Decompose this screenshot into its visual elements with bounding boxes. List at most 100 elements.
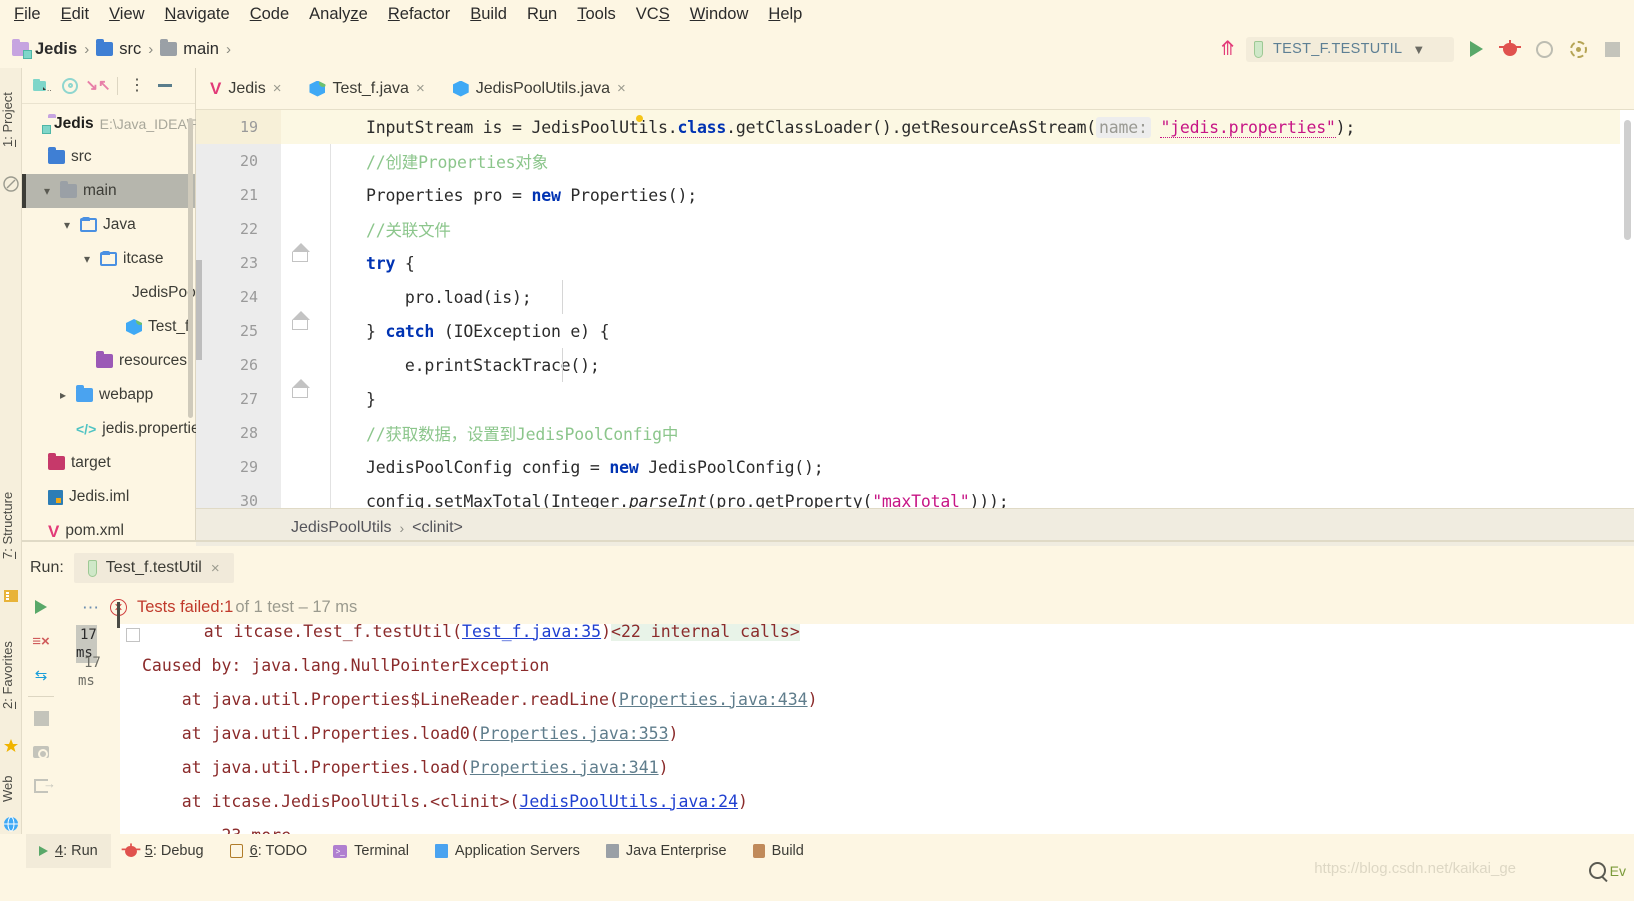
menu-item-navigate[interactable]: Navigate: [155, 3, 240, 25]
tree-node-jedis-iml[interactable]: Jedis.iml: [22, 480, 195, 514]
toggle-autotest-button[interactable]: ≡×: [22, 624, 60, 658]
tree-node-pom-xml[interactable]: V pom.xml: [22, 514, 195, 548]
breadcrumb-class[interactable]: JedisPoolUtils: [291, 519, 391, 537]
editor-tab-label-test-f: Test_f.java: [332, 79, 409, 97]
sort-button[interactable]: ⇆: [22, 658, 60, 692]
evo-widget[interactable]: Ev: [1588, 862, 1626, 879]
tree-label-main: main: [83, 182, 117, 199]
web-globe-icon[interactable]: [3, 816, 19, 832]
sidebar-item-project[interactable]: 1: Project: [0, 74, 22, 166]
console-link[interactable]: JedisPoolUtils.java:24: [520, 792, 739, 811]
tool-window-java-enterprise[interactable]: Java Enterprise: [593, 834, 740, 868]
sidebar-item-web[interactable]: Web: [0, 766, 22, 812]
editor-tab-jedispoolutils[interactable]: JedisPoolUtils.java ×: [439, 68, 640, 110]
menu-item-analyze[interactable]: Analyze: [299, 3, 378, 25]
coverage-button[interactable]: [1532, 37, 1556, 61]
tree-node-target[interactable]: target: [22, 446, 195, 480]
console-link[interactable]: Properties.java:353: [480, 724, 669, 743]
menu-item-view[interactable]: View: [99, 3, 154, 25]
menu-item-run[interactable]: Run: [517, 3, 567, 25]
close-icon[interactable]: ×: [211, 560, 220, 577]
twisty-webapp[interactable]: ▸: [56, 388, 70, 402]
editor-line-21: 21 Properties pro = new Properties();: [196, 178, 1634, 212]
console-output[interactable]: at itcase.Test_f.testUtil(Test_f.java:35…: [120, 624, 1634, 834]
tree-node-webapp[interactable]: ▸ webapp: [22, 378, 195, 412]
sidebar-item-structure[interactable]: 7: Structure: [0, 470, 22, 580]
tool-window-application-servers[interactable]: Application Servers: [422, 834, 593, 868]
tool-window-build[interactable]: Build: [740, 834, 817, 868]
stop-button[interactable]: [1600, 37, 1624, 61]
editor-line-25: 25 } catch (IOException e) {: [196, 314, 1634, 348]
horizontal-splitter[interactable]: [22, 540, 1634, 542]
intention-bulb-icon[interactable]: [633, 112, 646, 125]
structure-list-icon[interactable]: [3, 588, 19, 604]
menu-item-refactor[interactable]: Refactor: [378, 3, 460, 25]
test-status-line: ⋯ ✕ Tests failed: 1 of 1 test – 17 ms: [60, 590, 1634, 624]
menu-item-file[interactable]: File: [4, 3, 51, 25]
debug-button[interactable]: [1498, 37, 1522, 61]
console-line-6: at itcase.JedisPoolUtils.<clinit>(JedisP…: [142, 791, 748, 811]
minus-icon[interactable]: [153, 75, 177, 97]
project-scrollbar[interactable]: [188, 118, 193, 418]
code-editor[interactable]: 19 InputStream is = JedisPoolUtils.class…: [196, 110, 1634, 508]
menu-item-tools[interactable]: Tools: [567, 3, 626, 25]
console-link[interactable]: Properties.java:434: [619, 690, 808, 709]
menu-item-build[interactable]: Build: [460, 3, 517, 25]
tool-window-todo[interactable]: 6: TODO: [217, 834, 321, 868]
screenshot-button[interactable]: [22, 735, 60, 769]
todo-icon: [229, 844, 243, 858]
menu-item-edit[interactable]: Edit: [51, 3, 99, 25]
tree-label-target: target: [71, 454, 111, 471]
vertical-dots-icon[interactable]: ⋮: [125, 75, 149, 97]
menu-item-vcs[interactable]: VCS: [626, 3, 680, 25]
close-icon[interactable]: ×: [416, 80, 425, 97]
stop-button[interactable]: [22, 701, 60, 735]
maven-tool-icon[interactable]: [3, 176, 19, 192]
breadcrumb-member[interactable]: <clinit>: [412, 519, 463, 537]
tree-node-resources[interactable]: resources: [22, 344, 195, 378]
twisty-main[interactable]: ▾: [40, 184, 54, 198]
twisty-itcase[interactable]: ▾: [80, 252, 94, 266]
hammer-icon[interactable]: ⤊: [1219, 39, 1236, 59]
breadcrumb-item-main[interactable]: main: [156, 39, 223, 59]
editor-vertical-scrollbar[interactable]: [1620, 110, 1634, 508]
tree-node-test-f[interactable]: Test_f: [22, 310, 195, 344]
run-configuration-selector[interactable]: TEST_F.TESTUTIL ▼: [1246, 36, 1454, 62]
rerun-button[interactable]: [22, 590, 60, 624]
editor-tab-jedis[interactable]: V Jedis ×: [196, 68, 295, 110]
code-text-28: //获取数据，设置到JedisPoolConfig中: [366, 425, 679, 444]
tree-node-itcase[interactable]: ▾ itcase: [22, 242, 195, 276]
tool-window-run[interactable]: 4: Run: [26, 834, 111, 868]
run-tab[interactable]: Test_f.testUtil ×: [73, 553, 234, 583]
twisty-java[interactable]: ▾: [60, 218, 74, 232]
tree-node-java[interactable]: ▾ Java: [22, 208, 195, 242]
export-button[interactable]: [22, 769, 60, 803]
sidebar-item-favorites[interactable]: 2: Favorites: [0, 616, 22, 734]
close-icon[interactable]: ×: [273, 80, 282, 97]
tree-node-src[interactable]: src: [22, 140, 195, 174]
tool-window-terminal[interactable]: >_ Terminal: [320, 834, 422, 868]
console-link[interactable]: Properties.java:341: [470, 758, 659, 777]
close-icon[interactable]: ×: [617, 80, 626, 97]
run-button[interactable]: [1464, 37, 1488, 61]
target-icon[interactable]: [58, 75, 82, 97]
tree-node-jedis-properties[interactable]: </> jedis.properties: [22, 412, 207, 446]
profile-button[interactable]: [1566, 37, 1590, 61]
collapse-arrows-icon[interactable]: ↘↖: [85, 75, 110, 97]
star-icon[interactable]: [3, 738, 19, 754]
console-link[interactable]: Test_f.java:35: [462, 624, 601, 641]
breadcrumb-item-project[interactable]: Jedis: [8, 39, 81, 59]
menu-item-code[interactable]: Code: [240, 3, 299, 25]
breadcrumb-separator-icon: ›: [399, 519, 405, 536]
tree-node-jedispoolutils[interactable]: JedisPool: [22, 276, 199, 310]
menu-item-window[interactable]: Window: [680, 3, 759, 25]
tree-node-main[interactable]: ▾ main: [22, 174, 195, 208]
breadcrumb-item-src[interactable]: src: [92, 39, 145, 59]
tree-node-jedis[interactable]: Jedis E:\Java_IDEA\Pro: [22, 108, 212, 140]
folder-arrow-icon[interactable]: ..: [30, 75, 54, 97]
editor-tab-test-f[interactable]: Test_f.java ×: [295, 68, 438, 110]
menu-item-help[interactable]: Help: [758, 3, 812, 25]
tool-window-debug[interactable]: 5: Debug: [111, 834, 217, 868]
console-line-3: at java.util.Properties$LineReader.readL…: [142, 689, 818, 709]
build-icon: [752, 844, 765, 858]
